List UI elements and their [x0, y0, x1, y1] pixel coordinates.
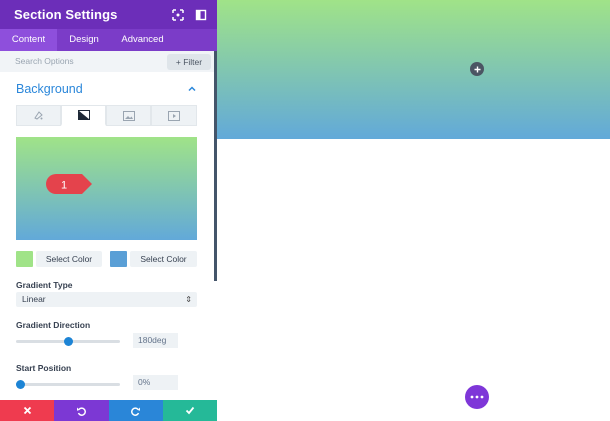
section-settings-panel: Section Settings Content Design Advanced… [0, 0, 217, 421]
panel-header[interactable]: Section Settings [0, 0, 217, 29]
start-position-handle[interactable] [16, 380, 25, 389]
gradient-direction-label: Gradient Direction [16, 320, 91, 330]
redo-button[interactable] [108, 400, 163, 421]
background-gradient-tab[interactable] [61, 105, 106, 126]
search-bar: Search Options + Filter [0, 51, 217, 72]
gradient-type-label: Gradient Type [16, 280, 73, 290]
background-section-title[interactable]: Background [16, 82, 83, 96]
panel-footer [0, 400, 217, 421]
gradient-direction-input[interactable]: 180deg [133, 333, 178, 348]
discard-button[interactable] [0, 400, 55, 421]
chevron-up-icon[interactable] [187, 84, 197, 94]
gradient-preview[interactable]: 1 [16, 137, 197, 240]
plus-icon [474, 66, 480, 72]
gradient-icon [77, 110, 90, 120]
start-position-input[interactable]: 0% [133, 375, 178, 390]
start-position-label: Start Position [16, 363, 72, 373]
redo-icon [130, 406, 140, 416]
gradient-direction-slider[interactable] [16, 337, 120, 346]
select-arrows-icon: ⇕ [185, 295, 192, 304]
close-icon [23, 406, 31, 415]
start-position-slider[interactable] [16, 380, 120, 389]
tab-content[interactable]: Content [0, 29, 57, 51]
start-color-swatch[interactable] [16, 251, 33, 267]
gradient-type-value: Linear [22, 294, 46, 304]
gradient-section[interactable] [217, 0, 610, 139]
background-color-tab[interactable] [16, 105, 61, 126]
start-color-button[interactable]: Select Color [36, 251, 102, 267]
add-row-button[interactable] [470, 62, 484, 76]
background-image-tab[interactable] [106, 105, 151, 126]
marker-number: 1 [61, 180, 67, 192]
gradient-type-select[interactable]: Linear ⇕ [16, 292, 197, 307]
check-icon [185, 406, 195, 415]
more-dots-icon [470, 395, 484, 399]
tab-design[interactable]: Design [57, 29, 111, 51]
video-icon [168, 110, 180, 121]
save-button[interactable] [162, 400, 217, 421]
end-color-swatch[interactable] [110, 251, 127, 267]
expand-icon[interactable] [171, 8, 185, 22]
marker-pin: 1 [46, 174, 92, 194]
filter-button[interactable]: + Filter [167, 54, 211, 70]
image-icon [122, 110, 135, 121]
background-video-tab[interactable] [151, 105, 197, 126]
tab-advanced[interactable]: Advanced [111, 29, 174, 51]
end-color-button[interactable]: Select Color [130, 251, 197, 267]
panel-title: Section Settings [14, 7, 118, 22]
page-settings-button[interactable] [465, 385, 489, 409]
gradient-direction-handle[interactable] [63, 337, 73, 346]
background-type-tabs [16, 105, 197, 126]
color-icon [34, 111, 43, 120]
search-input[interactable]: Search Options [15, 56, 74, 66]
undo-icon [77, 406, 87, 416]
split-view-icon[interactable] [194, 8, 208, 22]
panel-tabs: Content Design Advanced [0, 29, 217, 51]
undo-button[interactable] [54, 400, 109, 421]
